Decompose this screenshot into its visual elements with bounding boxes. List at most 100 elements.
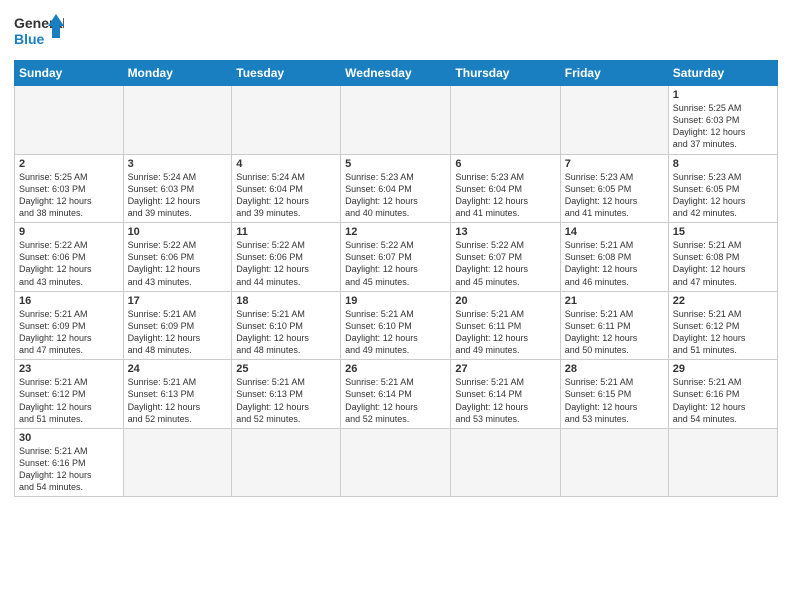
- day-cell: [451, 428, 560, 497]
- day-number: 4: [236, 158, 336, 170]
- week-row-6: 30Sunrise: 5:21 AM Sunset: 6:16 PM Dayli…: [15, 428, 778, 497]
- day-number: 23: [19, 363, 119, 375]
- day-number: 15: [673, 226, 773, 238]
- weekday-header-friday: Friday: [560, 61, 668, 86]
- day-info: Sunrise: 5:21 AM Sunset: 6:11 PM Dayligh…: [455, 308, 555, 357]
- day-cell: 5Sunrise: 5:23 AM Sunset: 6:04 PM Daylig…: [341, 154, 451, 223]
- calendar: SundayMondayTuesdayWednesdayThursdayFrid…: [14, 60, 778, 497]
- day-info: Sunrise: 5:21 AM Sunset: 6:13 PM Dayligh…: [236, 376, 336, 425]
- day-number: 2: [19, 158, 119, 170]
- day-info: Sunrise: 5:22 AM Sunset: 6:07 PM Dayligh…: [455, 239, 555, 288]
- week-row-5: 23Sunrise: 5:21 AM Sunset: 6:12 PM Dayli…: [15, 360, 778, 429]
- day-info: Sunrise: 5:22 AM Sunset: 6:06 PM Dayligh…: [128, 239, 228, 288]
- day-number: 20: [455, 295, 555, 307]
- day-info: Sunrise: 5:21 AM Sunset: 6:15 PM Dayligh…: [565, 376, 664, 425]
- day-cell: 23Sunrise: 5:21 AM Sunset: 6:12 PM Dayli…: [15, 360, 124, 429]
- day-cell: 13Sunrise: 5:22 AM Sunset: 6:07 PM Dayli…: [451, 223, 560, 292]
- day-cell: 1Sunrise: 5:25 AM Sunset: 6:03 PM Daylig…: [668, 86, 777, 155]
- day-number: 10: [128, 226, 228, 238]
- week-row-4: 16 Sunrise: 5:21 AM Sunset: 6:09 PM Dayli…: [15, 291, 778, 360]
- day-cell: 20Sunrise: 5:21 AM Sunset: 6:11 PM Dayli…: [451, 291, 560, 360]
- day-info: Sunrise: 5:21 AM Sunset: 6:08 PM Dayligh…: [673, 239, 773, 288]
- week-row-2: 2Sunrise: 5:25 AM Sunset: 6:03 PM Daylig…: [15, 154, 778, 223]
- day-info: Sunrise: 5:21 AM Sunset: 6:12 PM Dayligh…: [673, 308, 773, 357]
- day-info: Sunrise: 5:21 AM Sunset: 6:12 PM Dayligh…: [19, 376, 119, 425]
- day-info: Sunrise: 5:21 AM Sunset: 6:08 PM Dayligh…: [565, 239, 664, 288]
- weekday-header-row: SundayMondayTuesdayWednesdayThursdayFrid…: [15, 61, 778, 86]
- day-number: 11: [236, 226, 336, 238]
- day-number: 6: [455, 158, 555, 170]
- day-cell: 29Sunrise: 5:21 AM Sunset: 6:16 PM Dayli…: [668, 360, 777, 429]
- day-cell: 16Sunrise: 5:21 AM Sunset: 6:09 PM Dayli…: [15, 291, 124, 360]
- day-cell: [15, 86, 124, 155]
- day-cell: [451, 86, 560, 155]
- day-number: 9: [19, 226, 119, 238]
- day-number: 22: [673, 295, 773, 307]
- day-cell: 21Sunrise: 5:21 AM Sunset: 6:11 PM Dayli…: [560, 291, 668, 360]
- day-cell: 25Sunrise: 5:21 AM Sunset: 6:13 PM Dayli…: [232, 360, 341, 429]
- day-info: Sunrise: 5:21 AM Sunset: 6:16 PM Dayligh…: [19, 445, 119, 494]
- day-info: Sunrise: 5:21 AM Sunset: 6:14 PM Dayligh…: [455, 376, 555, 425]
- day-cell: 6Sunrise: 5:23 AM Sunset: 6:04 PM Daylig…: [451, 154, 560, 223]
- weekday-header-monday: Monday: [123, 61, 232, 86]
- day-cell: [341, 86, 451, 155]
- day-number: 24: [128, 363, 228, 375]
- day-cell: 18Sunrise: 5:21 AM Sunset: 6:10 PM Dayli…: [232, 291, 341, 360]
- day-cell: 2Sunrise: 5:25 AM Sunset: 6:03 PM Daylig…: [15, 154, 124, 223]
- day-number: 29: [673, 363, 773, 375]
- day-number: 7: [565, 158, 664, 170]
- week-row-3: 9Sunrise: 5:22 AM Sunset: 6:06 PM Daylig…: [15, 223, 778, 292]
- day-info: Sunrise: 5:21 AM Sunset: 6:10 PM Dayligh…: [236, 308, 336, 357]
- day-number: 14: [565, 226, 664, 238]
- logo-svg: General Blue: [14, 10, 64, 54]
- day-info: Sunrise: 5:21 AM Sunset: 6:10 PM Dayligh…: [345, 308, 446, 357]
- day-cell: 4Sunrise: 5:24 AM Sunset: 6:04 PM Daylig…: [232, 154, 341, 223]
- day-cell: 8Sunrise: 5:23 AM Sunset: 6:05 PM Daylig…: [668, 154, 777, 223]
- day-info: Sunrise: 5:25 AM Sunset: 6:03 PM Dayligh…: [673, 102, 773, 151]
- day-info: Sunrise: 5:23 AM Sunset: 6:04 PM Dayligh…: [345, 171, 446, 220]
- weekday-header-tuesday: Tuesday: [232, 61, 341, 86]
- day-cell: 11Sunrise: 5:22 AM Sunset: 6:06 PM Dayli…: [232, 223, 341, 292]
- day-cell: [560, 428, 668, 497]
- day-cell: [232, 86, 341, 155]
- day-number: 25: [236, 363, 336, 375]
- day-number: 28: [565, 363, 664, 375]
- day-info: Sunrise: 5:23 AM Sunset: 6:04 PM Dayligh…: [455, 171, 555, 220]
- day-cell: [341, 428, 451, 497]
- svg-text:Blue: Blue: [14, 31, 45, 47]
- day-cell: 7Sunrise: 5:23 AM Sunset: 6:05 PM Daylig…: [560, 154, 668, 223]
- day-cell: 14Sunrise: 5:21 AM Sunset: 6:08 PM Dayli…: [560, 223, 668, 292]
- week-row-1: 1Sunrise: 5:25 AM Sunset: 6:03 PM Daylig…: [15, 86, 778, 155]
- day-number: 12: [345, 226, 446, 238]
- weekday-header-saturday: Saturday: [668, 61, 777, 86]
- day-info: Sunrise: 5:22 AM Sunset: 6:06 PM Dayligh…: [19, 239, 119, 288]
- day-info: Sunrise: 5:21 AM Sunset: 6:14 PM Dayligh…: [345, 376, 446, 425]
- day-number: 21: [565, 295, 664, 307]
- day-number: 18: [236, 295, 336, 307]
- day-number: 5: [345, 158, 446, 170]
- day-cell: 22Sunrise: 5:21 AM Sunset: 6:12 PM Dayli…: [668, 291, 777, 360]
- day-cell: 30Sunrise: 5:21 AM Sunset: 6:16 PM Dayli…: [15, 428, 124, 497]
- day-cell: 15Sunrise: 5:21 AM Sunset: 6:08 PM Dayli…: [668, 223, 777, 292]
- day-cell: 27Sunrise: 5:21 AM Sunset: 6:14 PM Dayli…: [451, 360, 560, 429]
- day-cell: 26Sunrise: 5:21 AM Sunset: 6:14 PM Dayli…: [341, 360, 451, 429]
- day-cell: 10Sunrise: 5:22 AM Sunset: 6:06 PM Dayli…: [123, 223, 232, 292]
- day-info: Sunrise: 5:23 AM Sunset: 6:05 PM Dayligh…: [565, 171, 664, 220]
- day-cell: 28Sunrise: 5:21 AM Sunset: 6:15 PM Dayli…: [560, 360, 668, 429]
- logo: General Blue: [14, 10, 64, 54]
- day-number: 30: [19, 432, 119, 444]
- day-info: Sunrise: 5:24 AM Sunset: 6:04 PM Dayligh…: [236, 171, 336, 220]
- day-info: Sunrise: 5:22 AM Sunset: 6:06 PM Dayligh…: [236, 239, 336, 288]
- day-cell: 9Sunrise: 5:22 AM Sunset: 6:06 PM Daylig…: [15, 223, 124, 292]
- day-info: Sunrise: 5:23 AM Sunset: 6:05 PM Dayligh…: [673, 171, 773, 220]
- day-number: 8: [673, 158, 773, 170]
- weekday-header-thursday: Thursday: [451, 61, 560, 86]
- day-cell: 24Sunrise: 5:21 AM Sunset: 6:13 PM Dayli…: [123, 360, 232, 429]
- day-number: 17: [128, 295, 228, 307]
- day-cell: [232, 428, 341, 497]
- day-number: 16: [19, 295, 119, 307]
- day-cell: 19Sunrise: 5:21 AM Sunset: 6:10 PM Dayli…: [341, 291, 451, 360]
- day-info: Sunrise: 5:21 AM Sunset: 6:09 PM Dayligh…: [128, 308, 228, 357]
- day-cell: [668, 428, 777, 497]
- day-number: 26: [345, 363, 446, 375]
